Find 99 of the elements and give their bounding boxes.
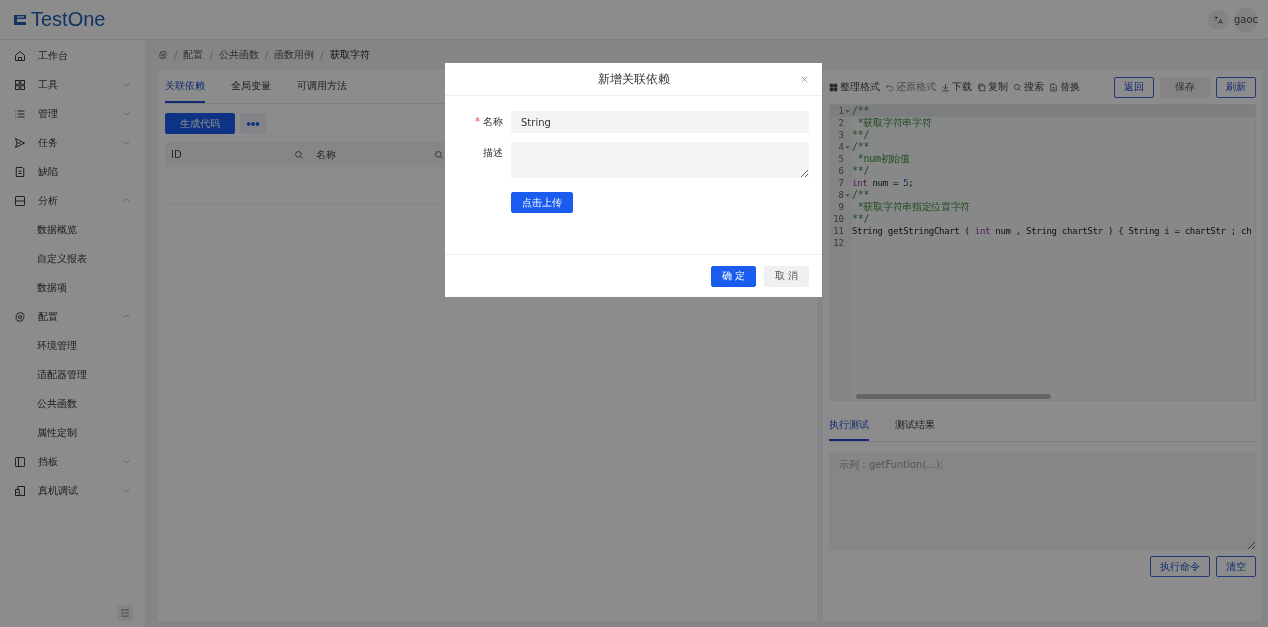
required-mark: *	[475, 116, 480, 127]
upload-button[interactable]: 点击上传	[511, 192, 573, 213]
code-line: *获取字符串字符	[856, 118, 932, 128]
download-icon	[941, 82, 950, 92]
sidebar-subitem[interactable]: 属性定制	[0, 418, 145, 447]
toolbar-button[interactable]: 替换	[1049, 80, 1080, 94]
line-number: 11	[833, 226, 844, 236]
column-header: 名称	[316, 147, 336, 162]
description-field[interactable]	[511, 142, 809, 178]
line-number: 1	[838, 106, 844, 116]
sidebar-subitem[interactable]: 公共函数	[0, 389, 145, 418]
search-icon	[294, 149, 304, 160]
line-number: 7	[838, 178, 844, 188]
panel-icon	[14, 194, 26, 207]
sidebar-item[interactable]: 缺陷	[0, 157, 145, 186]
toolbar-action-button[interactable]: 保存	[1160, 76, 1210, 98]
code-line: **/	[852, 214, 870, 224]
more-button[interactable]	[240, 113, 266, 134]
test-action-button[interactable]: 清空	[1216, 556, 1256, 577]
line-number: 5	[838, 154, 844, 164]
breadcrumb-item[interactable]: 函数用例	[274, 48, 315, 62]
name-field[interactable]: String	[511, 111, 809, 133]
tab[interactable]: 关联依赖	[165, 70, 205, 103]
sidebar-item[interactable]: 工作台	[0, 41, 145, 70]
field-label: 名称	[483, 116, 503, 127]
line-number: 6	[838, 166, 844, 176]
tab[interactable]: 全局变量	[231, 70, 271, 103]
column-header: ID	[171, 149, 182, 160]
sidebar-icon	[14, 455, 26, 468]
test-action-button[interactable]: 执行命令	[1150, 556, 1210, 577]
toolbar-action-button[interactable]: 返回	[1114, 76, 1154, 98]
line-number: 10	[833, 214, 844, 224]
field-label: 描述	[483, 147, 503, 158]
translate-button[interactable]	[1208, 9, 1228, 30]
confirm-button[interactable]: 确 定	[710, 265, 756, 287]
code-line: String getStringChart ( int num , String chartStr ) { String i = chartStr ; ch	[852, 226, 1252, 236]
breadcrumb-item[interactable]: 获取字符	[329, 48, 370, 62]
code-line: **/	[852, 166, 870, 176]
logo-text: TestOne	[31, 8, 106, 31]
copy-icon	[977, 82, 986, 92]
tab[interactable]: 执行测试	[829, 411, 869, 441]
code-line: *num初始值	[856, 154, 910, 164]
code-line: /**	[852, 190, 870, 200]
line-number: 12	[833, 238, 844, 248]
breadcrumb-separator: /	[209, 49, 213, 61]
toolbar-button[interactable]: 复制	[977, 80, 1008, 94]
device-icon	[14, 484, 26, 497]
search-icon	[434, 149, 444, 160]
sidebar-item[interactable]: 真机调试	[0, 476, 145, 505]
line-number: 3	[838, 130, 844, 140]
document-icon	[1049, 82, 1058, 92]
undo-icon	[885, 82, 894, 92]
user-avatar[interactable]: gaoc	[1234, 7, 1258, 32]
toolbar-button[interactable]: 整理格式	[829, 80, 880, 94]
cancel-button[interactable]: 取 消	[763, 265, 809, 287]
search-icon	[1013, 82, 1022, 92]
breadcrumb-separator: /	[174, 49, 178, 61]
sidebar-item[interactable]: 管理	[0, 99, 145, 128]
code-line: /**	[852, 142, 870, 152]
close-icon	[800, 74, 809, 84]
toolbar-button[interactable]: 下载	[941, 80, 972, 94]
breadcrumb-separator: /	[320, 49, 324, 61]
code-line: int num = 5;	[852, 178, 914, 188]
breadcrumb-item[interactable]: 公共函数	[218, 48, 259, 62]
code-line: /**	[852, 106, 870, 116]
sidebar-item[interactable]: 挡板	[0, 447, 145, 476]
collapse-icon	[120, 608, 130, 618]
close-button[interactable]	[800, 74, 810, 84]
line-number: 2	[838, 118, 844, 128]
sidebar-subitem[interactable]: 数据概览	[0, 215, 145, 244]
document-icon	[14, 165, 26, 178]
sidebar-subitem[interactable]: 环境管理	[0, 331, 145, 360]
breadcrumb-separator: /	[264, 49, 269, 61]
code-line: *获取字符串指定位置字符	[856, 202, 971, 212]
collapse-button[interactable]	[117, 605, 133, 621]
toolbar-button[interactable]: 搜索	[1013, 80, 1044, 94]
tab[interactable]: 可调用方法	[297, 70, 347, 103]
sidebar-item[interactable]: 任务	[0, 128, 145, 157]
horizontal-scrollbar[interactable]	[856, 394, 1051, 399]
line-number: 4	[838, 142, 844, 152]
send-icon	[14, 136, 26, 149]
sidebar-subitem[interactable]: 数据项	[0, 273, 145, 302]
sidebar-subitem[interactable]: 自定义报表	[0, 244, 145, 273]
dialog-title: 新增关联依赖	[597, 70, 670, 88]
translate-icon	[1213, 14, 1223, 25]
grid-icon	[14, 78, 26, 91]
home-icon	[14, 49, 26, 62]
sidebar-item[interactable]: 工具	[0, 70, 145, 99]
sidebar-item[interactable]: 分析	[0, 186, 145, 215]
toolbar-action-button[interactable]: 刷新	[1216, 76, 1256, 98]
breadcrumb-item[interactable]: 配置	[183, 48, 204, 62]
generate-code-button[interactable]: 生成代码	[165, 113, 235, 134]
line-number: 9	[838, 202, 844, 212]
grid-icon	[829, 82, 838, 92]
sidebar-subitem[interactable]: 适配器管理	[0, 360, 145, 389]
line-number: 8	[838, 190, 844, 200]
tab[interactable]: 测试结果	[895, 411, 935, 441]
sidebar-item[interactable]: 配置	[0, 302, 145, 331]
code-line: **/	[852, 130, 870, 140]
